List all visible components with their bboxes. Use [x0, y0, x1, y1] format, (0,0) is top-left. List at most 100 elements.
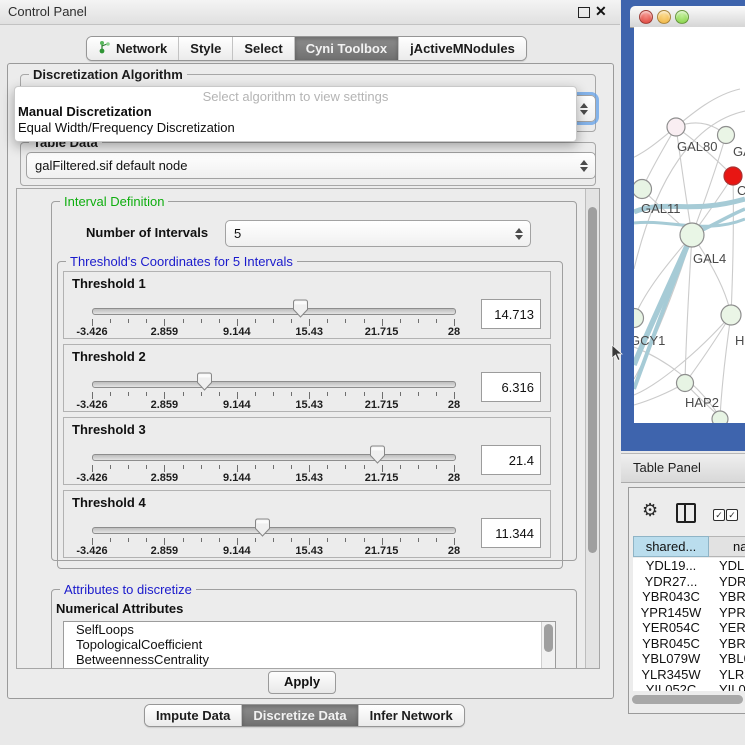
node-label: GCY1 [634, 333, 665, 348]
tick-mark [92, 538, 93, 545]
table-row[interactable]: YER054CYER0 [633, 620, 745, 636]
threshold-label: Threshold 3 [72, 422, 146, 437]
threshold-value-field[interactable]: 14.713 [481, 299, 541, 329]
tab-impute-data[interactable]: Impute Data [145, 705, 241, 726]
tab-label: Select [244, 41, 282, 56]
threshold-slider-track[interactable] [92, 454, 456, 461]
numerical-attributes-list[interactable]: SelfLoopsTopologicalCoefficientBetweenne… [63, 621, 556, 669]
tick-mark [418, 538, 419, 542]
threshold-slider-handle[interactable] [255, 518, 270, 537]
node-h[interactable] [721, 305, 741, 325]
close-traffic-light-icon[interactable] [639, 10, 653, 24]
node-gal11[interactable] [634, 180, 652, 199]
checkbox-icon[interactable]: ✓ [713, 509, 725, 521]
node-gal4[interactable] [680, 223, 704, 247]
combo-arrows-icon [515, 228, 523, 240]
node-gcy1[interactable] [634, 309, 644, 328]
apply-button[interactable]: Apply [268, 671, 336, 694]
node-hap2[interactable] [677, 375, 694, 392]
threshold-tick-labels: -3.4262.8599.14415.4321.71528 [92, 472, 454, 484]
tick-mark [273, 465, 274, 469]
tick-mark [92, 319, 93, 326]
dropdown-option-manual[interactable]: Manual Discretization [15, 104, 576, 120]
node-ga[interactable] [718, 127, 735, 144]
scrollbar-thumb[interactable] [588, 207, 597, 553]
tick-mark [400, 538, 401, 542]
tick-mark [436, 319, 437, 323]
tick-label: 28 [448, 472, 460, 484]
node-gal80[interactable] [667, 118, 685, 136]
threshold-value-field[interactable]: 21.4 [481, 445, 541, 475]
threshold-slider-track[interactable] [92, 381, 456, 388]
network-window-titlebar[interactable] [630, 6, 745, 28]
tab-select[interactable]: Select [232, 37, 293, 60]
tab-jactivemnodules[interactable]: jActiveMNodules [398, 37, 526, 60]
zoom-traffic-light-icon[interactable] [675, 10, 689, 24]
table-panel-title: Table Panel [633, 460, 701, 475]
attribute-item-topologicalcoefficient[interactable]: TopologicalCoefficient [64, 637, 555, 652]
attributes-list-scrollbar[interactable] [541, 622, 555, 669]
scrollbar-thumb[interactable] [544, 624, 553, 652]
tab-label: jActiveMNodules [410, 41, 515, 56]
tab-style[interactable]: Style [178, 37, 232, 60]
cell-shared-name: YDR27... [633, 574, 709, 590]
float-window-icon[interactable] [578, 7, 590, 18]
column-layout-icon[interactable] [676, 503, 696, 523]
num-intervals-combobox[interactable]: 5 [225, 220, 531, 247]
threshold-slider-handle[interactable] [370, 445, 385, 464]
node-partial[interactable] [712, 411, 728, 423]
table-row[interactable]: YBR045CYBR0 [633, 636, 745, 652]
close-icon[interactable]: ✕ [595, 3, 607, 20]
threshold-value-field[interactable]: 6.316 [481, 372, 541, 402]
tick-mark [201, 392, 202, 396]
network-graph: GAL80 GA C GAL11 GAL4 GCY1 H HAP2 [634, 27, 745, 423]
minimize-traffic-light-icon[interactable] [657, 10, 671, 24]
node-label: HAP2 [685, 395, 719, 410]
table-horizontal-scrollbar[interactable] [632, 695, 743, 704]
tab-label: Discretize Data [253, 708, 346, 723]
table-row[interactable]: YBR043CYBR0 [633, 589, 745, 605]
threshold-slider-handle[interactable] [293, 299, 308, 318]
node-label: GAL11 [641, 201, 681, 216]
tick-mark [291, 319, 292, 323]
column-header-name[interactable]: na [709, 536, 745, 557]
table-row[interactable]: YPR145WYPR1 [633, 605, 745, 621]
tab-discretize-data[interactable]: Discretize Data [241, 705, 357, 726]
dropdown-option-equal-width[interactable]: Equal Width/Frequency Discretization [15, 120, 576, 136]
tick-mark [237, 538, 238, 545]
settings-vertical-scrollbar[interactable] [585, 189, 600, 668]
table-row[interactable]: YBL079WYBL0 [633, 651, 745, 667]
tick-mark [291, 538, 292, 542]
tab-network[interactable]: Network [87, 37, 178, 60]
table-row[interactable]: YDR27...YDR2 [633, 574, 745, 590]
threshold-panel: Threshold 4 -3.4262.8599.14415.4321.7152… [63, 490, 551, 558]
tab-label: Impute Data [156, 708, 230, 723]
tick-mark [364, 319, 365, 323]
threshold-slider-track[interactable] [92, 308, 456, 315]
column-header-shared-name[interactable]: shared... [633, 536, 709, 557]
tick-label: 2.859 [151, 326, 179, 338]
network-canvas[interactable]: GAL80 GA C GAL11 GAL4 GCY1 H HAP2 [634, 27, 745, 423]
threshold-slider-track[interactable] [92, 527, 456, 534]
threshold-slider-handle[interactable] [197, 372, 212, 391]
gear-icon[interactable]: ⚙ [642, 500, 658, 521]
tab-infer-network[interactable]: Infer Network [358, 705, 464, 726]
table-row[interactable]: YLR345WYLR3 [633, 667, 745, 683]
tick-mark [201, 538, 202, 542]
tick-mark [219, 465, 220, 469]
table-data-combobox[interactable]: galFiltered.sif default node [26, 152, 596, 179]
threshold-value-field[interactable]: 11.344 [481, 518, 541, 548]
tick-mark [92, 392, 93, 399]
attribute-item-selfloops[interactable]: SelfLoops [64, 622, 555, 637]
table-row[interactable]: YDL19...YDL1 [633, 558, 745, 574]
table-rows: YDL19...YDL1YDR27...YDR2YBR043CYBR0YPR14… [633, 558, 745, 691]
table-row[interactable]: YIL052CYIL0 [633, 682, 745, 691]
checkbox-icon[interactable]: ✓ [726, 509, 738, 521]
cell-shared-name: YBL079W [633, 651, 709, 667]
tab-cyni-toolbox[interactable]: Cyni Toolbox [294, 37, 398, 60]
cell-shared-name: YDL19... [633, 558, 709, 574]
attribute-item-betweennesscentrality[interactable]: BetweennessCentrality [64, 652, 555, 667]
node-label: H [735, 333, 744, 348]
tick-mark [400, 392, 401, 396]
scrollbar-thumb[interactable] [632, 695, 743, 704]
